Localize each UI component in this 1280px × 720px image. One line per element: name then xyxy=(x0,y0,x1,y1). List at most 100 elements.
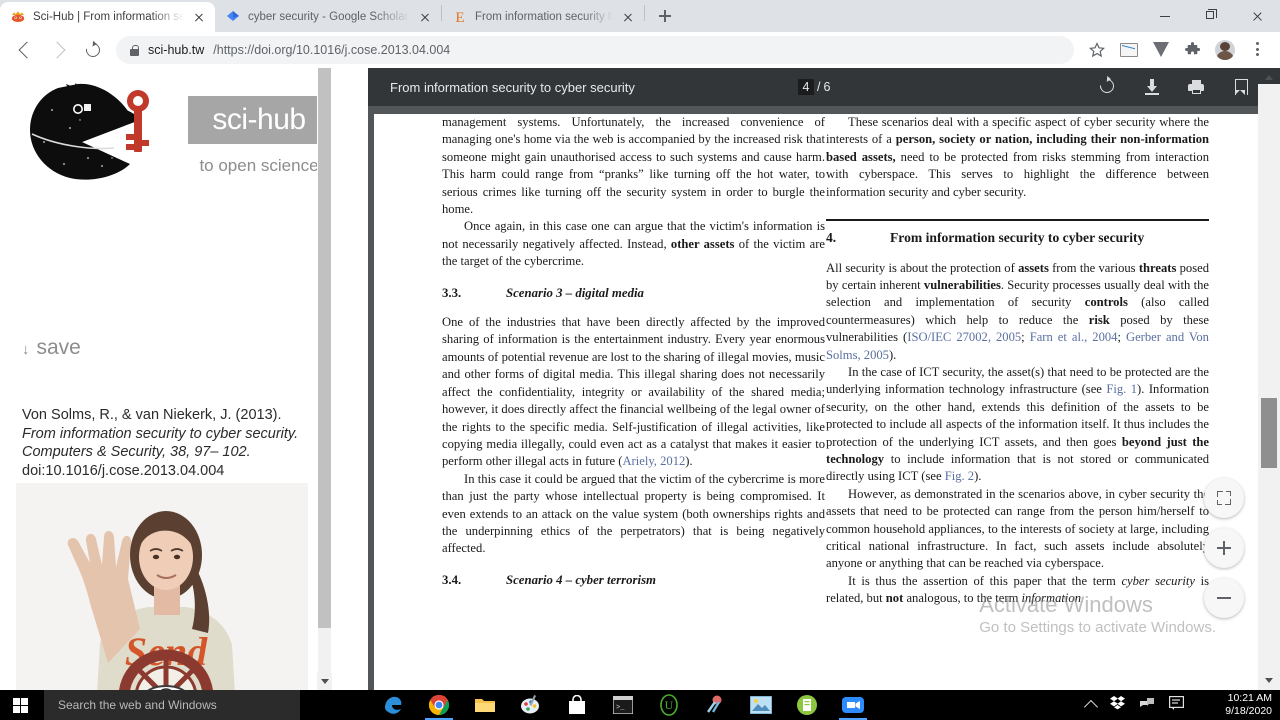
elsevier-e-icon: E xyxy=(452,9,468,26)
show-hidden-icons-chevron[interactable] xyxy=(1083,699,1099,714)
close-window-button[interactable] xyxy=(1234,0,1280,32)
mail-extension-button[interactable] xyxy=(1114,35,1144,65)
tab-scihub[interactable]: Sci-Hub | From information secu xyxy=(0,2,215,32)
text-run: ; xyxy=(1021,330,1030,345)
scroll-down-arrow-icon[interactable] xyxy=(317,673,332,690)
padlock-icon xyxy=(130,44,139,56)
paint-icon[interactable] xyxy=(508,690,554,720)
close-icon[interactable] xyxy=(620,9,636,25)
save-link[interactable]: ↓ save xyxy=(22,336,81,360)
section-heading-3-3: 3.3. Scenario 3 – digital media xyxy=(442,285,825,302)
scihub-crown-icon xyxy=(10,9,26,25)
terminal-icon[interactable]: >_ xyxy=(600,690,646,720)
citation-block: Von Solms, R., & van Niekerk, J. (2013).… xyxy=(22,406,312,480)
extensions-button[interactable] xyxy=(1178,35,1208,65)
save-label: save xyxy=(36,336,81,359)
bold-run: risk xyxy=(1088,312,1110,327)
action-center-icon[interactable] xyxy=(1169,695,1185,715)
sidebar-scrollbar[interactable] xyxy=(317,68,332,690)
pdf-document-title: From information security to cyber secur… xyxy=(390,79,635,95)
taskbar-search-input[interactable]: Search the web and Windows xyxy=(44,690,300,720)
windows-logo-icon xyxy=(13,698,28,713)
u-app-icon[interactable]: U xyxy=(646,690,692,720)
fit-to-page-button[interactable] xyxy=(1204,478,1244,518)
fit-to-page-icon xyxy=(1217,491,1231,505)
snipping-tool-icon[interactable] xyxy=(692,690,738,720)
text-run: analogous, to the term xyxy=(903,591,1022,606)
dropbox-icon[interactable] xyxy=(1110,695,1125,715)
citation-link[interactable]: Ariely, 2012 xyxy=(622,454,685,468)
download-button[interactable] xyxy=(1142,77,1162,97)
address-bar[interactable]: sci-hub.tw/https://doi.org/10.1016/j.cos… xyxy=(116,36,1074,64)
start-button[interactable] xyxy=(0,690,44,720)
taskbar-clock[interactable]: 10:21 AM 9/18/2020 xyxy=(1225,690,1272,720)
close-icon[interactable] xyxy=(417,9,433,25)
text-run: ). xyxy=(974,469,982,484)
zoom-in-button[interactable] xyxy=(1204,528,1244,568)
zoom-out-icon xyxy=(1217,591,1231,605)
section-heading-4: 4. From information security to cyber sec… xyxy=(826,229,1209,247)
close-icon[interactable] xyxy=(191,9,207,25)
zoom-icon[interactable] xyxy=(830,690,876,720)
bookmark-button[interactable] xyxy=(1230,77,1250,97)
network-icon[interactable] xyxy=(1139,696,1155,715)
window-controls xyxy=(1142,0,1280,32)
bookmark-star-button[interactable] xyxy=(1082,35,1112,65)
tab-google-scholar[interactable]: cyber security - Google Scholar xyxy=(215,2,441,32)
paragraph: These scenarios deal with a specific asp… xyxy=(826,114,1209,201)
pdf-scrollbar[interactable] xyxy=(1258,68,1280,690)
url-host: sci-hub.tw xyxy=(148,43,205,57)
citation-link[interactable]: ISO/IEC 27002, 2005 xyxy=(907,330,1021,344)
print-icon xyxy=(1188,80,1204,94)
profile-button[interactable] xyxy=(1210,35,1240,65)
tab-title: cyber security - Google Scholar xyxy=(248,11,409,23)
paragraph: One of the industries that have been dir… xyxy=(442,314,825,471)
chrome-menu-button[interactable] xyxy=(1242,35,1272,65)
section-title: Scenario 4 – cyber terrorism xyxy=(506,572,657,587)
new-tab-button[interactable] xyxy=(651,2,679,30)
scroll-up-arrow-icon[interactable] xyxy=(1258,68,1280,86)
section-number: 4. xyxy=(826,230,837,246)
file-explorer-icon[interactable] xyxy=(462,690,508,720)
text-run: All security is about the protection of xyxy=(826,260,1019,275)
text-run: It is thus the assertion of this paper t… xyxy=(848,573,1122,588)
scrollbar-thumb[interactable] xyxy=(1261,398,1277,468)
tab-elsevier-article[interactable]: E From information security to cyb xyxy=(442,2,644,32)
bookmark-star-icon xyxy=(1089,42,1105,58)
rotate-icon xyxy=(1097,76,1117,96)
url-path: /https://doi.org/10.1016/j.cose.2013.04.… xyxy=(213,43,451,57)
photos-icon[interactable] xyxy=(738,690,784,720)
citation-link[interactable]: Farn et al., 2004 xyxy=(1030,330,1118,344)
edge-icon[interactable] xyxy=(370,690,416,720)
minimize-button[interactable] xyxy=(1142,0,1188,32)
app-green-icon[interactable] xyxy=(784,690,830,720)
v-extension-button[interactable] xyxy=(1146,35,1176,65)
scihub-sidebar: sci-hub to open science ↓ save Von Solms… xyxy=(0,68,348,690)
print-button[interactable] xyxy=(1186,77,1206,97)
svg-text:E: E xyxy=(455,10,464,25)
tab-title: From information security to cyb xyxy=(475,11,613,23)
restore-button[interactable] xyxy=(1188,0,1234,32)
scihub-wordmark-badge: sci-hub xyxy=(188,96,330,144)
zoom-out-button[interactable] xyxy=(1204,578,1244,618)
chrome-icon[interactable] xyxy=(416,690,462,720)
bookmark-icon xyxy=(1235,79,1248,95)
scrollbar-thumb[interactable] xyxy=(318,68,331,628)
profile-avatar-icon xyxy=(1215,40,1235,60)
system-tray xyxy=(1083,690,1185,720)
forward-button[interactable] xyxy=(44,35,74,65)
back-button[interactable] xyxy=(10,35,40,65)
citation-doi: doi:10.1016/j.cose.2013.04.004 xyxy=(22,462,225,479)
text-run: ). xyxy=(888,347,897,362)
pdf-tool-buttons xyxy=(1097,76,1266,97)
reload-button[interactable] xyxy=(78,35,108,65)
rotate-button[interactable] xyxy=(1097,76,1118,97)
pdf-current-page[interactable]: 4 xyxy=(798,79,814,95)
tab-title: Sci-Hub | From information secu xyxy=(33,11,184,23)
store-icon[interactable] xyxy=(554,690,600,720)
figure-link[interactable]: Fig. 1 xyxy=(1106,382,1137,396)
pdf-page-indicator[interactable]: 4 / 6 xyxy=(798,79,830,95)
figure-link[interactable]: Fig. 2 xyxy=(945,469,974,483)
scroll-down-arrow-icon[interactable] xyxy=(1258,672,1280,690)
clock-time: 10:21 AM xyxy=(1227,692,1272,704)
